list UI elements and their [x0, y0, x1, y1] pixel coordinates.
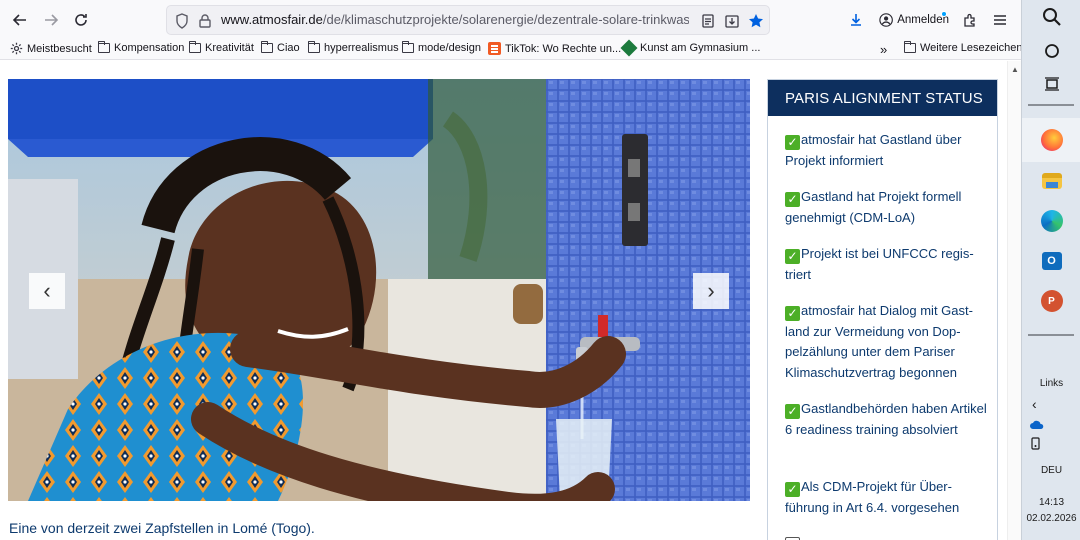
status-item-text: Gastland hat Projekt formell genehmigt (… — [785, 189, 962, 225]
bookmark-page-icon — [620, 39, 638, 57]
status-item: ✓ atmosfair hat Gastland über Projekt inf… — [785, 130, 989, 171]
taskbar-divider — [1028, 334, 1074, 336]
status-item-text: Als CDM-Projekt für Über­führung in Art … — [785, 479, 960, 515]
bookmark-folder-ciao[interactable]: Ciao — [261, 41, 300, 54]
photo-caption: Eine von derzeit zwei Zapfstellen in Lom… — [9, 520, 315, 536]
status-item: ✓ Gastlandbehörden haben Ar­tikel 6 readi… — [785, 399, 989, 440]
bookmark-folder-kompensation[interactable]: Kompensation — [98, 41, 185, 54]
bookmark-label: Kunst am Gymnasium ... — [640, 42, 761, 54]
folder-icon — [98, 41, 110, 53]
status-item-text: Gastlandbehörden haben Ar­tikel 6 readin… — [785, 401, 987, 437]
start-circle-icon[interactable] — [1022, 40, 1080, 62]
photo-illustration — [8, 79, 750, 501]
clock-date[interactable]: 02.02.2026 — [1022, 512, 1080, 524]
bookmark-label: TikTok: Wo Rechte un... — [505, 42, 622, 55]
taskbar-divider — [1028, 104, 1074, 106]
scroll-up-icon[interactable]: ▲ — [1011, 65, 1019, 74]
url-path: /de/klimaschutzprojekte/solarenergie/dez… — [322, 12, 689, 27]
carousel-next-chevron-icon[interactable]: › — [693, 273, 729, 309]
clock-time[interactable]: 14:13 — [1022, 496, 1080, 508]
show-hidden-icons-chevron-icon[interactable]: ‹ — [1022, 396, 1080, 412]
check-mark-icon: ✓ — [785, 135, 800, 150]
bookmark-label: Meistbesucht — [27, 42, 92, 55]
status-item: ✓ atmosfair hat Dialog mit Gast­land zur … — [785, 301, 989, 383]
navigation-toolbar: www.atmosfair.de/de/klimaschutzprojekte/… — [0, 0, 1021, 38]
bookmark-meistbesucht[interactable]: Meistbesucht — [10, 42, 92, 55]
windows-taskbar: O P Links ‹ DEU 14:13 02.02.2026 — [1021, 0, 1080, 540]
browser-window: www.atmosfair.de/de/klimaschutzprojekte/… — [0, 0, 1021, 540]
paris-alignment-panel: PARIS ALIGNMENT STATUS ✓ atmosfair hat Ga… — [767, 79, 998, 540]
bookmark-folder-mode-design[interactable]: mode/design — [402, 41, 481, 54]
file-explorer-icon[interactable] — [1022, 166, 1080, 196]
project-photo: ‹ › — [8, 79, 750, 501]
folder-icon — [402, 41, 414, 53]
check-mark-icon: ✓ — [785, 404, 800, 419]
downloads-icon[interactable] — [843, 7, 869, 33]
powerpoint-icon[interactable]: P — [1022, 286, 1080, 316]
folder-icon — [904, 41, 916, 53]
edge-browser-icon[interactable] — [1022, 206, 1080, 236]
bookmark-folder-weitere[interactable]: Weitere Lesezeichen — [904, 41, 1021, 54]
status-item: ✓ Projekt ist bei UNFCCC regis­triert — [785, 244, 989, 285]
status-item: ✓ Gastland hat Projekt formell genehmigt … — [785, 187, 989, 228]
bookmark-label: hyperrealismus — [324, 42, 399, 54]
forward-icon[interactable] — [38, 7, 64, 33]
input-language[interactable]: DEU — [1022, 463, 1080, 477]
carousel-previous-chevron-icon[interactable]: ‹ — [29, 273, 65, 309]
save-to-pocket-icon[interactable] — [723, 12, 741, 30]
bookmark-star-icon[interactable] — [747, 12, 765, 30]
folder-icon — [189, 41, 201, 53]
check-mark-icon: ✓ — [785, 192, 800, 207]
folder-icon — [308, 41, 320, 53]
status-item: ✓ Als CDM-Projekt für Über­führung in Art… — [785, 477, 989, 518]
url-text[interactable]: www.atmosfair.de/de/klimaschutzprojekte/… — [221, 12, 689, 27]
url-domain: www.atmosfair.de — [221, 12, 323, 27]
back-icon[interactable] — [7, 7, 33, 33]
bookmark-kunst[interactable]: Kunst am Gymnasium ... — [620, 39, 761, 57]
menu-icon[interactable] — [987, 7, 1013, 33]
page-scrollbar[interactable]: ▲ — [1007, 61, 1021, 540]
shield-icon[interactable] — [173, 12, 191, 30]
reload-icon[interactable] — [68, 7, 94, 33]
firefox-app-icon[interactable] — [1022, 118, 1080, 162]
folder-icon — [261, 41, 273, 53]
bookmark-page-icon — [488, 42, 501, 55]
address-bar[interactable]: www.atmosfair.de/de/klimaschutzprojekte/… — [166, 5, 770, 35]
device-icon[interactable] — [1022, 436, 1080, 452]
extensions-icon[interactable] — [957, 7, 983, 33]
bookmark-label: mode/design — [418, 42, 481, 54]
more-bookmarks-chevron-icon[interactable]: » — [880, 42, 887, 57]
lock-icon[interactable] — [196, 12, 214, 30]
status-item — [785, 536, 989, 540]
panel-title: PARIS ALIGNMENT STATUS — [768, 80, 997, 116]
bookmark-tiktok[interactable]: TikTok: Wo Rechte un... — [488, 42, 621, 55]
status-item-text: atmosfair hat Gastland über Projekt info… — [785, 132, 962, 168]
task-view-icon[interactable] — [1022, 73, 1080, 95]
links-toolbar-label[interactable]: Links — [1022, 376, 1080, 390]
check-mark-icon: ✓ — [785, 306, 800, 321]
notification-dot — [941, 11, 947, 17]
status-item-text: Projekt ist bei UNFCCC regis­triert — [785, 246, 974, 282]
gear-icon — [10, 42, 23, 55]
search-icon[interactable] — [1022, 6, 1080, 28]
bookmark-folder-kreativitaet[interactable]: Kreativität — [189, 41, 254, 54]
reader-view-icon[interactable] — [699, 12, 717, 30]
bookmark-label: Kompensation — [114, 42, 185, 54]
page-content: ‹ › Eine von derzeit zwei Zapfstellen in… — [0, 61, 1007, 540]
bookmark-folder-hyperrealismus[interactable]: hyperrealismus — [308, 41, 399, 54]
bookmark-label: Kreativität — [205, 42, 254, 54]
check-mark-icon: ✓ — [785, 249, 800, 264]
check-mark-icon: ✓ — [785, 482, 800, 497]
status-item-text: atmosfair hat Dialog mit Gast­land zur V… — [785, 303, 973, 380]
bookmark-label: Weitere Lesezeichen — [920, 42, 1021, 54]
outlook-icon[interactable]: O — [1022, 246, 1080, 276]
bookmarks-toolbar: Meistbesucht Kompensation Kreativität Ci… — [0, 38, 1021, 60]
onedrive-cloud-icon[interactable] — [1022, 418, 1080, 432]
bookmark-label: Ciao — [277, 42, 300, 54]
account-icon — [879, 13, 893, 27]
sign-in-button[interactable]: Anmelden — [873, 7, 949, 33]
